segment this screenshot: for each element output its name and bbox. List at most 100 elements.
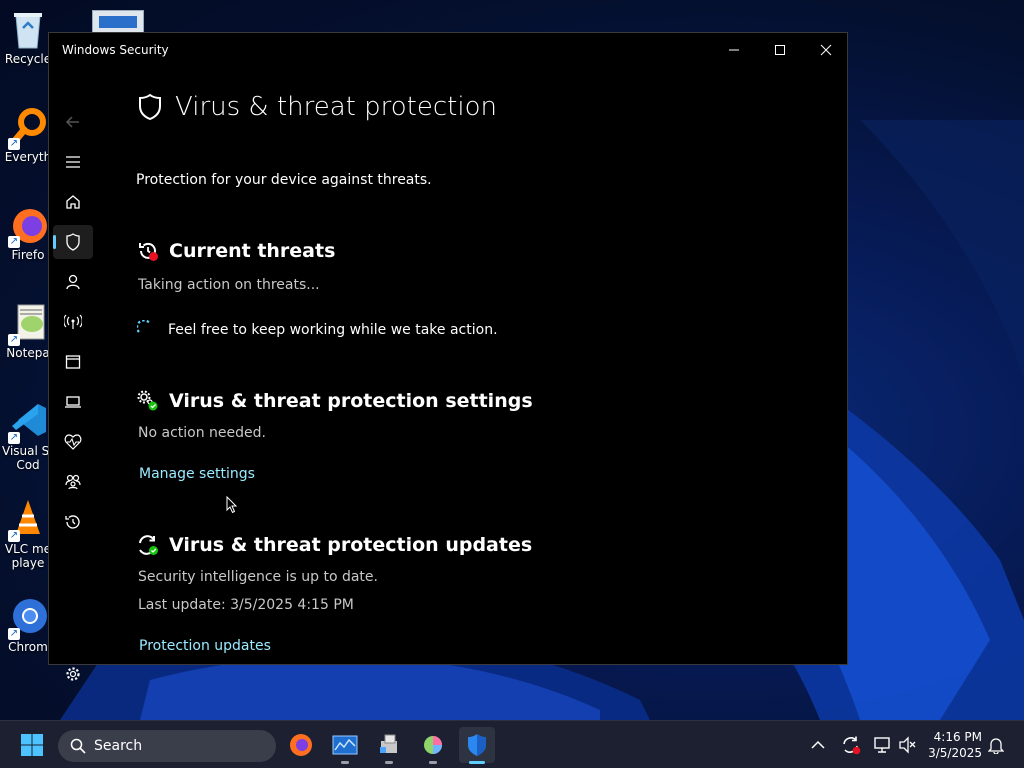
tray-update-sync[interactable] [836, 727, 866, 763]
taskbar-clock[interactable]: 4:16 PM 3/5/2025 [920, 729, 982, 761]
windows-security-window[interactable]: Windows Security Virus & threat protecti… [48, 32, 848, 681]
windows-security-shield-icon [468, 734, 486, 756]
maximize-button[interactable] [757, 33, 803, 67]
mouse-cursor-icon [226, 495, 238, 518]
nav-settings[interactable] [53, 657, 93, 691]
taskbar-app-color-picker[interactable] [415, 727, 451, 764]
sync-alert-icon [843, 736, 861, 755]
manage-settings-link[interactable]: Manage settings [139, 466, 255, 482]
color-picker-icon [424, 736, 442, 754]
firewall-antenna-icon [64, 314, 82, 329]
close-icon [820, 44, 832, 56]
page-subtitle: Protection for your device against threa… [136, 172, 432, 188]
settings-gears-ok-icon [137, 390, 158, 411]
account-person-icon [66, 274, 80, 290]
search-icon [70, 738, 86, 754]
shortcut-arrow-icon: ↗ [8, 628, 20, 640]
installer-icon [380, 734, 397, 753]
nav-family-options[interactable] [53, 465, 93, 499]
progress-message: Feel free to keep working while we take … [168, 322, 498, 338]
minimize-button[interactable] [711, 33, 757, 67]
shield-icon [66, 233, 80, 251]
search-label: Search [94, 738, 143, 754]
shortcut-arrow-icon: ↗ [8, 236, 20, 248]
section-title: Virus & threat protection updates [169, 534, 533, 556]
protection-updates-link[interactable]: Protection updates [139, 638, 271, 654]
title-bar[interactable]: Windows Security [49, 33, 847, 67]
chrome-icon: ↗ [8, 596, 48, 640]
volume-muted-icon [899, 736, 916, 754]
running-indicator [429, 761, 437, 764]
desktop-icon-partial-window[interactable] [92, 10, 144, 33]
everything-search-icon: ↗ [8, 106, 48, 150]
shield-icon [139, 93, 161, 121]
taskbar-app-windows-security[interactable] [459, 727, 495, 764]
taskbar-search-box[interactable]: Search [58, 730, 276, 762]
history-icon [65, 515, 80, 529]
chevron-up-icon [811, 740, 825, 749]
taskbar: Search 4:16 PM 3/5/2025 [0, 720, 1024, 768]
health-heartbeat-icon [64, 434, 82, 450]
clock-date: 3/5/2025 [928, 746, 982, 760]
window-title: Windows Security [62, 43, 169, 57]
task-manager-icon [332, 735, 358, 755]
hamburger-menu-icon [66, 156, 80, 168]
app-browser-window-icon [65, 355, 81, 369]
vscode-icon: ↗ [8, 400, 48, 444]
taskbar-app-task-manager[interactable] [327, 727, 363, 764]
clock-time: 4:16 PM [933, 730, 982, 744]
taskbar-app-installer[interactable] [371, 727, 407, 764]
running-indicator [341, 761, 349, 764]
start-button[interactable] [14, 727, 50, 763]
protection-updates-status: Security intelligence is up to date. [138, 569, 378, 585]
update-sync-ok-icon [139, 535, 158, 555]
last-update-text: Last update: 3/5/2025 4:15 PM [138, 597, 354, 613]
family-icon [65, 474, 81, 490]
running-indicator [385, 761, 393, 764]
shortcut-arrow-icon: ↗ [8, 432, 20, 444]
notifications-button[interactable] [982, 727, 1010, 763]
progress-spinner-icon [136, 319, 153, 340]
protection-settings-status: No action needed. [138, 425, 266, 441]
home-icon [66, 195, 80, 209]
current-threats-status: Taking action on threats... [138, 277, 320, 293]
minimize-icon [729, 49, 739, 51]
current-threats-heading: Current threats [137, 240, 335, 262]
notepad-plus-plus-icon: ↗ [8, 302, 48, 346]
show-hidden-icons-button[interactable] [802, 727, 834, 763]
nav-home[interactable] [53, 185, 93, 219]
firefox-icon: ↗ [8, 204, 48, 248]
nav-menu-button[interactable] [53, 145, 93, 179]
settings-gear-icon [66, 667, 80, 681]
nav-device-security[interactable] [53, 385, 93, 419]
nav-app-browser-control[interactable] [53, 345, 93, 379]
running-indicator [469, 761, 485, 764]
nav-back-button[interactable] [53, 105, 93, 139]
section-title: Virus & threat protection settings [169, 390, 533, 412]
navigation-rail [49, 67, 93, 681]
shortcut-arrow-icon: ↗ [8, 138, 20, 150]
close-button[interactable] [803, 33, 849, 67]
device-laptop-icon [65, 396, 81, 408]
maximize-icon [775, 45, 785, 55]
shortcut-arrow-icon: ↗ [8, 530, 20, 542]
recycle-bin-icon [8, 8, 48, 49]
nav-device-performance-health[interactable] [53, 425, 93, 459]
nav-account-protection[interactable] [53, 265, 93, 299]
page-title: Virus & threat protection [175, 92, 497, 122]
protection-settings-heading: Virus & threat protection settings [137, 390, 533, 412]
network-ethernet-icon [874, 737, 890, 753]
windows-logo-icon [21, 734, 43, 756]
vlc-icon: ↗ [8, 498, 48, 542]
page-header: Virus & threat protection [137, 92, 497, 122]
nav-protection-history[interactable] [53, 505, 93, 539]
firefox-icon [290, 734, 312, 756]
nav-firewall-network[interactable] [53, 305, 93, 339]
section-title: Current threats [169, 240, 336, 262]
threat-history-warning-icon [139, 242, 158, 261]
back-arrow-icon [65, 116, 79, 128]
shortcut-arrow-icon: ↗ [8, 334, 20, 346]
nav-virus-threat-protection[interactable] [53, 225, 93, 259]
taskbar-app-firefox[interactable] [283, 727, 319, 763]
tray-volume[interactable] [894, 727, 922, 763]
